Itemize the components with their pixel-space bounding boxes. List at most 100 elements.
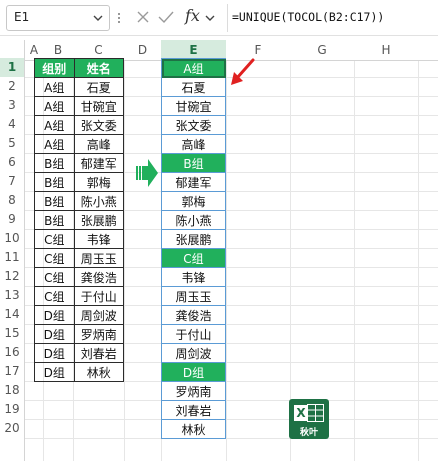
row-header-17[interactable]: 17: [0, 362, 24, 381]
name-cell[interactable]: 郁建军: [73, 153, 125, 173]
result-group-cell[interactable]: A组: [161, 58, 226, 78]
row-header-1[interactable]: 1: [0, 58, 24, 77]
logo-letter: X: [294, 405, 308, 421]
name-cell[interactable]: 高峰: [73, 134, 125, 154]
column-header-c[interactable]: C: [73, 40, 124, 60]
group-cell[interactable]: A组: [34, 96, 75, 116]
insert-function-button[interactable]: fx: [185, 6, 200, 25]
arrow-right-icon: [136, 159, 158, 187]
logo-caption: 秋叶: [299, 428, 318, 438]
check-icon[interactable]: [158, 10, 174, 24]
group-cell[interactable]: B组: [34, 210, 75, 230]
result-name-cell[interactable]: 刘春岩: [161, 400, 226, 420]
result-name-cell[interactable]: 林秋: [161, 419, 226, 439]
row-header-8[interactable]: 8: [0, 191, 24, 210]
result-name-cell[interactable]: 龚俊浩: [161, 305, 226, 325]
group-cell[interactable]: B组: [34, 153, 75, 173]
header-cell-group[interactable]: 组别: [34, 58, 75, 78]
column-header-b[interactable]: B: [43, 40, 73, 60]
group-cell[interactable]: A组: [34, 77, 75, 97]
row-header-6[interactable]: 6: [0, 153, 24, 172]
result-name-cell[interactable]: 张展鹏: [161, 229, 226, 249]
column-header-e[interactable]: E: [161, 40, 226, 60]
group-cell[interactable]: C组: [34, 267, 75, 287]
table-row: B组: [161, 153, 226, 173]
name-cell[interactable]: 张文委: [73, 115, 125, 135]
column-header-h[interactable]: H: [354, 40, 418, 60]
row-header-19[interactable]: 19: [0, 400, 24, 419]
group-cell[interactable]: B组: [34, 191, 75, 211]
result-name-cell[interactable]: 郭梅: [161, 191, 226, 211]
name-cell[interactable]: 张展鹏: [73, 210, 125, 230]
vertical-dots-icon[interactable]: [117, 12, 121, 24]
group-cell[interactable]: D组: [34, 362, 75, 382]
result-name-cell[interactable]: 石夏: [161, 77, 226, 97]
group-cell[interactable]: B组: [34, 172, 75, 192]
row-header-5[interactable]: 5: [0, 134, 24, 153]
result-name-cell[interactable]: 郁建军: [161, 172, 226, 192]
result-name-cell[interactable]: 甘碗宜: [161, 96, 226, 116]
group-cell[interactable]: A组: [34, 115, 75, 135]
result-name-cell[interactable]: 周玉玉: [161, 286, 226, 306]
group-cell[interactable]: D组: [34, 305, 75, 325]
result-name-cell[interactable]: 周剑波: [161, 343, 226, 363]
column-header-a[interactable]: A: [25, 40, 43, 60]
name-cell[interactable]: 甘碗宜: [73, 96, 125, 116]
x-icon[interactable]: [136, 10, 150, 24]
name-cell[interactable]: 郭梅: [73, 172, 125, 192]
name-cell[interactable]: 周剑波: [73, 305, 125, 325]
row-header-12[interactable]: 12: [0, 267, 24, 286]
result-name-cell[interactable]: 高峰: [161, 134, 226, 154]
table-row: 张展鹏: [161, 229, 226, 249]
result-name-cell[interactable]: 罗炳南: [161, 381, 226, 401]
name-cell[interactable]: 周玉玉: [73, 248, 125, 268]
group-cell[interactable]: A组: [34, 134, 75, 154]
group-cell[interactable]: D组: [34, 324, 75, 344]
table-header-row: 组别 姓名: [34, 58, 125, 78]
header-cell-name[interactable]: 姓名: [73, 58, 125, 78]
table-row: 龚俊浩: [161, 305, 226, 325]
row-header-7[interactable]: 7: [0, 172, 24, 191]
name-cell[interactable]: 石夏: [73, 77, 125, 97]
name-cell[interactable]: 刘春岩: [73, 343, 125, 363]
name-cell[interactable]: 罗炳南: [73, 324, 125, 344]
row-header-15[interactable]: 15: [0, 324, 24, 343]
row-header-4[interactable]: 4: [0, 115, 24, 134]
result-name-cell[interactable]: 陈小燕: [161, 210, 226, 230]
chevron-down-icon[interactable]: [205, 14, 215, 22]
row-header-13[interactable]: 13: [0, 286, 24, 305]
group-cell[interactable]: D组: [34, 343, 75, 363]
row-header-20[interactable]: 20: [0, 419, 24, 438]
row-header-11[interactable]: 11: [0, 248, 24, 267]
name-cell[interactable]: 韦锋: [73, 229, 125, 249]
row-header-16[interactable]: 16: [0, 343, 24, 362]
column-header-d[interactable]: D: [124, 40, 161, 60]
formula-input[interactable]: =UNIQUE(TOCOL(B2:C17)): [227, 4, 436, 32]
table-row: C组 龚俊浩: [34, 267, 125, 287]
name-cell[interactable]: 陈小燕: [73, 191, 125, 211]
chevron-down-icon[interactable]: [93, 13, 103, 23]
result-name-cell[interactable]: 韦锋: [161, 267, 226, 287]
result-group-cell[interactable]: C组: [161, 248, 226, 268]
group-cell[interactable]: C组: [34, 229, 75, 249]
result-group-cell[interactable]: B组: [161, 153, 226, 173]
row-header-10[interactable]: 10: [0, 229, 24, 248]
row-header-9[interactable]: 9: [0, 210, 24, 229]
group-cell[interactable]: C组: [34, 248, 75, 268]
table-row: 罗炳南: [161, 381, 226, 401]
result-name-cell[interactable]: 于付山: [161, 324, 226, 344]
spreadsheet-grid[interactable]: A B C D E F G H 1 2 3 4 5 6 7 8 9 10 11 …: [0, 36, 438, 461]
name-cell[interactable]: 林秋: [73, 362, 125, 382]
result-group-cell[interactable]: D组: [161, 362, 226, 382]
group-cell[interactable]: C组: [34, 286, 75, 306]
column-header-g[interactable]: G: [290, 40, 354, 60]
name-cell[interactable]: 于付山: [73, 286, 125, 306]
row-header-3[interactable]: 3: [0, 96, 24, 115]
name-box[interactable]: E1: [6, 5, 110, 31]
row-header-18[interactable]: 18: [0, 381, 24, 400]
row-header-2[interactable]: 2: [0, 77, 24, 96]
row-header-14[interactable]: 14: [0, 305, 24, 324]
name-cell[interactable]: 龚俊浩: [73, 267, 125, 287]
result-name-cell[interactable]: 张文委: [161, 115, 226, 135]
name-box-value: E1: [14, 10, 30, 24]
